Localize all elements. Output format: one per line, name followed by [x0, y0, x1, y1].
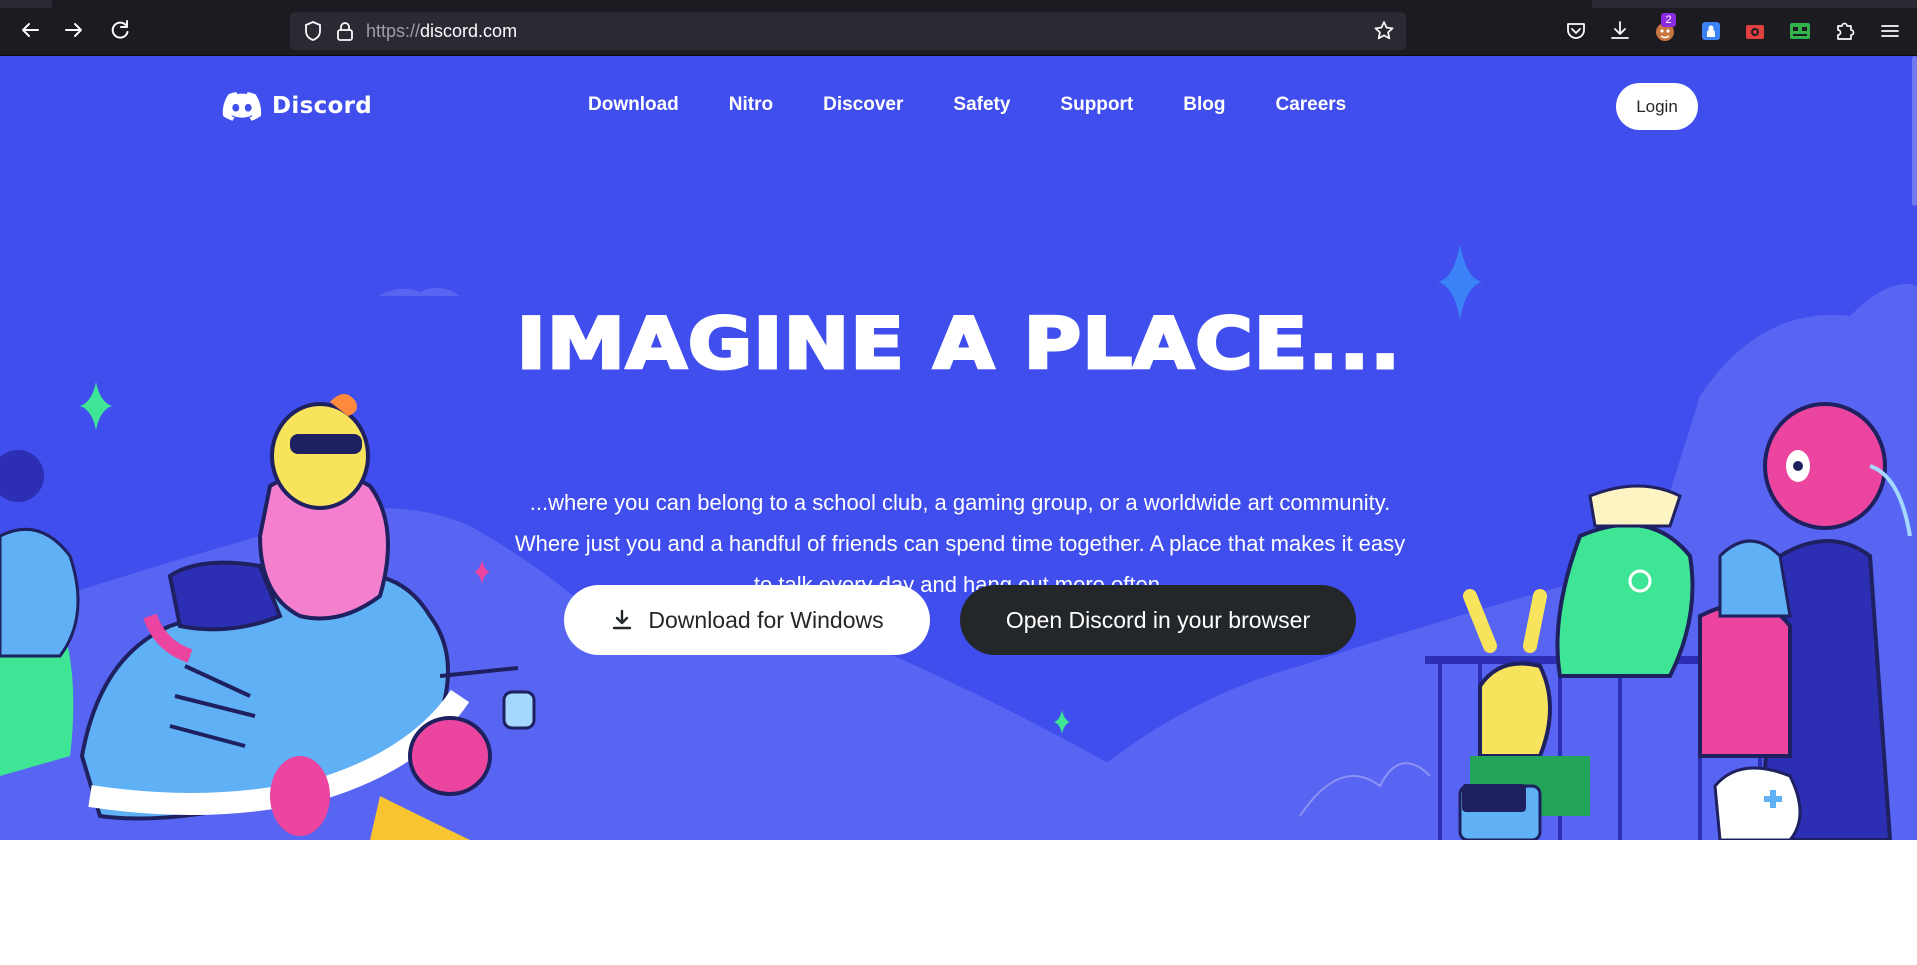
download-windows-label: Download for Windows: [648, 606, 884, 633]
forward-arrow-icon[interactable]: [60, 16, 88, 44]
back-arrow-icon[interactable]: [16, 16, 44, 44]
tab-strip: [0, 0, 1917, 8]
site-nav: Download Nitro Discover Safety Support B…: [588, 94, 1396, 116]
pocket-icon[interactable]: [1563, 18, 1589, 44]
address-bar[interactable]: https://discord.com: [290, 12, 1406, 50]
download-windows-button[interactable]: Download for Windows: [564, 585, 930, 655]
reload-icon[interactable]: [106, 16, 134, 44]
bookmark-star-icon[interactable]: [1372, 19, 1396, 43]
lock-icon[interactable]: [334, 20, 356, 42]
brand-name: Discord: [272, 93, 373, 119]
scrollbar-thumb[interactable]: [1912, 56, 1917, 206]
hero-section: Discord Download Nitro Discover Safety S…: [0, 56, 1917, 840]
nav-link-safety[interactable]: Safety: [953, 94, 1010, 116]
subtitle-line: Where just you and a handful of friends …: [514, 531, 1406, 556]
extension-green-icon[interactable]: [1787, 18, 1813, 44]
extension-blue-icon[interactable]: [1698, 18, 1724, 44]
hero-headline: IMAGINE A PLACE...: [515, 302, 1402, 387]
nav-link-discover[interactable]: Discover: [823, 94, 903, 116]
active-tab[interactable]: [52, 0, 1592, 8]
url-host: discord.com: [420, 21, 518, 41]
download-icon[interactable]: [1607, 18, 1633, 44]
download-icon: [613, 609, 632, 630]
hero-illustration: [0, 244, 1917, 840]
menu-hamburger-icon[interactable]: [1877, 18, 1903, 44]
discord-clyde-icon: [222, 92, 262, 121]
login-button[interactable]: Login: [1616, 83, 1698, 130]
extension-camera-icon[interactable]: [1742, 18, 1768, 44]
nav-link-careers[interactable]: Careers: [1275, 94, 1346, 116]
nav-link-support[interactable]: Support: [1060, 94, 1133, 116]
open-in-browser-button[interactable]: Open Discord in your browser: [960, 585, 1356, 655]
extensions-puzzle-icon[interactable]: [1832, 18, 1858, 44]
hero-headline-wrap: IMAGINE A PLACE...: [0, 302, 1917, 387]
subtitle-line: ...where you can belong to a school club…: [529, 490, 1391, 515]
url-text[interactable]: https://discord.com: [366, 21, 517, 42]
nav-link-nitro[interactable]: Nitro: [729, 94, 773, 116]
shield-icon[interactable]: [302, 20, 324, 42]
nav-link-download[interactable]: Download: [588, 94, 679, 116]
discord-logo[interactable]: Discord: [222, 89, 372, 123]
extension-badge: 2: [1661, 13, 1676, 27]
nav-link-blog[interactable]: Blog: [1183, 94, 1225, 116]
browser-toolbar: https://discord.com 2: [0, 0, 1917, 56]
url-scheme: https://: [366, 21, 421, 41]
